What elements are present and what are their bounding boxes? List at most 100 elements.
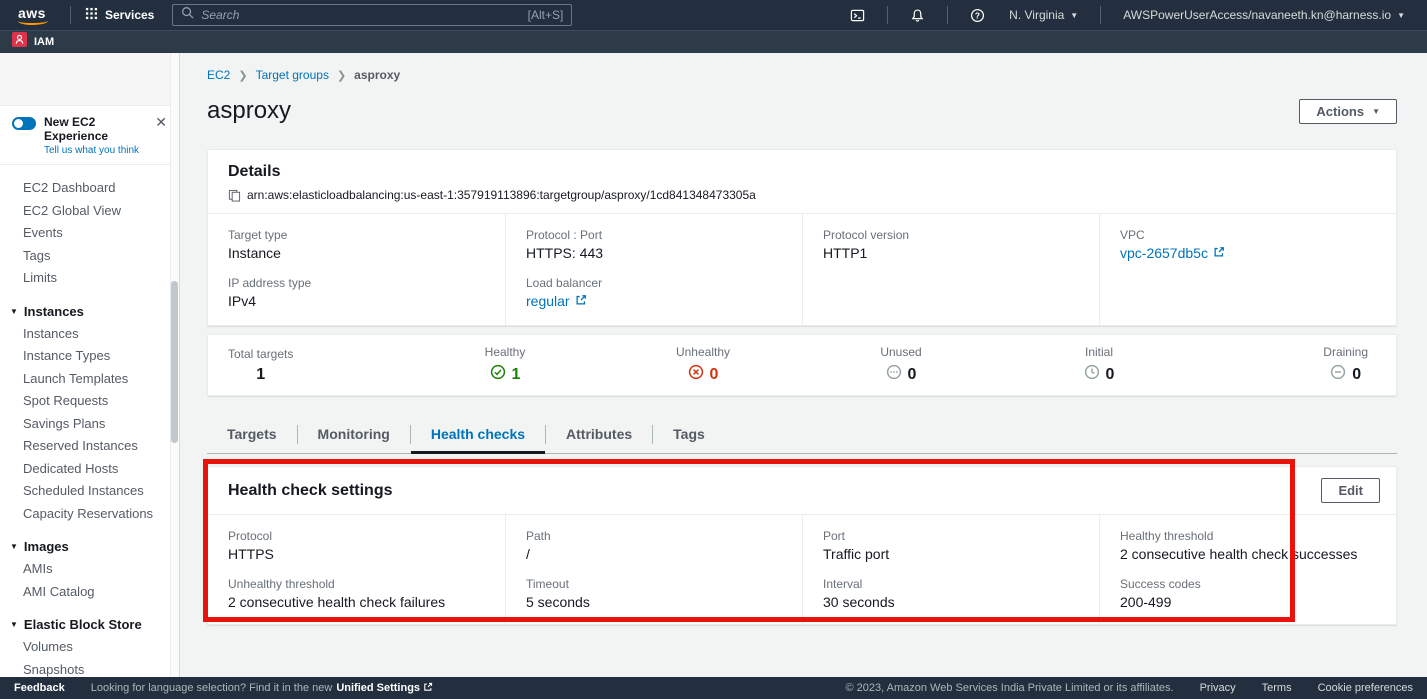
target-type-label: Target type: [228, 228, 485, 242]
sidebar-item-amis[interactable]: AMIs: [0, 558, 179, 581]
chevron-down-icon: ▼: [10, 542, 18, 551]
top-navigation-bar: aws Services [Alt+S] ? N. Virg: [0, 0, 1427, 30]
unified-settings-link[interactable]: Unified Settings: [336, 682, 433, 695]
total-targets-value: 1: [256, 366, 265, 384]
hc-interval-label: Interval: [823, 577, 1079, 591]
sidebar-nav: EC2 Dashboard EC2 Global View Events Tag…: [0, 165, 179, 677]
chevron-down-icon: ▼: [1070, 11, 1078, 20]
external-link-icon: [423, 682, 433, 695]
sidebar-item-dedicated-hosts[interactable]: Dedicated Hosts: [0, 458, 179, 481]
search-input[interactable]: [201, 8, 520, 22]
sidebar-item-savings-plans[interactable]: Savings Plans: [0, 413, 179, 436]
hc-path-value: /: [526, 546, 782, 562]
region-label: N. Virginia: [1009, 8, 1064, 22]
language-selection-note: Looking for language selection? Find it …: [91, 682, 433, 695]
cloudshell-button[interactable]: [838, 8, 877, 23]
favorites-bar: IAM: [0, 30, 1427, 53]
breadcrumb-current: asproxy: [354, 68, 400, 82]
aws-logo[interactable]: aws: [18, 5, 46, 21]
sidebar-item-ec2-global-view[interactable]: EC2 Global View: [0, 200, 179, 223]
sidebar-item-scheduled-instances[interactable]: Scheduled Instances: [0, 480, 179, 503]
feedback-link[interactable]: Feedback: [14, 682, 65, 694]
health-check-settings-title: Health check settings: [228, 482, 393, 500]
edit-button[interactable]: Edit: [1321, 478, 1380, 503]
hc-timeout-value: 5 seconds: [526, 594, 782, 610]
sidebar-item-volumes[interactable]: Volumes: [0, 636, 179, 659]
grid-icon: [85, 7, 98, 23]
sidebar-item-instances[interactable]: Instances: [0, 323, 179, 346]
external-link-icon: [1213, 245, 1225, 261]
tell-us-link[interactable]: Tell us what you think: [44, 145, 145, 156]
unhealthy-value: 0: [688, 364, 719, 385]
nav-divider: [947, 6, 948, 24]
chevron-down-icon: ▼: [1397, 11, 1405, 20]
hc-healthy-threshold-value: 2 consecutive health check successes: [1120, 546, 1376, 562]
sidebar-item-tags[interactable]: Tags: [0, 245, 179, 268]
tab-tags[interactable]: Tags: [653, 416, 725, 453]
global-search[interactable]: [Alt+S]: [172, 4, 572, 26]
sidebar-section-images[interactable]: ▼ Images: [0, 535, 179, 558]
sidebar-item-ec2-dashboard[interactable]: EC2 Dashboard: [0, 177, 179, 200]
unused-label: Unused: [880, 345, 921, 359]
account-menu[interactable]: AWSPowerUserAccess/navaneeth.kn@harness.…: [1111, 8, 1417, 22]
favorite-iam-link[interactable]: IAM: [34, 36, 54, 48]
details-title: Details: [228, 163, 1376, 181]
copy-icon[interactable]: [228, 189, 241, 202]
sidebar-item-snapshots[interactable]: Snapshots: [0, 659, 179, 678]
hc-port-value: Traffic port: [823, 546, 1079, 562]
detail-tabs: Targets Monitoring Health checks Attribu…: [207, 416, 1397, 454]
details-card: Details arn:aws:elasticloadbalancing:us-…: [207, 149, 1397, 326]
sidebar-item-spot-requests[interactable]: Spot Requests: [0, 390, 179, 413]
healthy-label: Healthy: [485, 345, 526, 359]
new-experience-toggle[interactable]: [12, 117, 36, 130]
account-label: AWSPowerUserAccess/navaneeth.kn@harness.…: [1123, 8, 1391, 22]
protocol-port-value: HTTPS: 443: [526, 245, 782, 261]
sidebar-item-instance-types[interactable]: Instance Types: [0, 345, 179, 368]
cookie-preferences-link[interactable]: Cookie preferences: [1318, 682, 1413, 694]
check-circle-icon: [490, 364, 506, 385]
region-selector[interactable]: N. Virginia ▼: [997, 8, 1090, 22]
terms-link[interactable]: Terms: [1262, 682, 1292, 694]
sidebar-item-events[interactable]: Events: [0, 222, 179, 245]
sidebar-item-capacity-reservations[interactable]: Capacity Reservations: [0, 503, 179, 526]
tab-targets[interactable]: Targets: [207, 416, 297, 453]
breadcrumb-target-groups[interactable]: Target groups: [256, 68, 329, 82]
protocol-version-value: HTTP1: [823, 245, 1079, 261]
sidebar-item-reserved-instances[interactable]: Reserved Instances: [0, 435, 179, 458]
sidebar-section-instances[interactable]: ▼ Instances: [0, 300, 179, 323]
sidebar-item-ami-catalog[interactable]: AMI Catalog: [0, 581, 179, 604]
sidebar-section-elastic-block-store[interactable]: ▼ Elastic Block Store: [0, 613, 179, 636]
new-experience-label: New EC2 Experience: [44, 115, 145, 143]
hc-unhealthy-threshold-value: 2 consecutive health check failures: [228, 594, 485, 610]
close-icon[interactable]: ✕: [153, 115, 169, 129]
notifications-bell-icon[interactable]: [898, 8, 937, 23]
protocol-port-label: Protocol : Port: [526, 228, 782, 242]
hc-success-codes-label: Success codes: [1120, 577, 1376, 591]
external-link-icon: [575, 293, 587, 309]
tab-health-checks[interactable]: Health checks: [411, 416, 545, 453]
privacy-link[interactable]: Privacy: [1200, 682, 1236, 694]
vpc-label: VPC: [1120, 228, 1376, 242]
load-balancer-label: Load balancer: [526, 276, 782, 290]
actions-button[interactable]: Actions ▼: [1299, 99, 1397, 124]
target-totals-card: Total targets 1 Healthy 1 Unhealthy 0 Un…: [207, 334, 1397, 396]
help-icon[interactable]: ?: [958, 8, 997, 23]
hc-unhealthy-threshold-label: Unhealthy threshold: [228, 577, 485, 591]
hc-healthy-threshold-label: Healthy threshold: [1120, 529, 1376, 543]
target-group-arn: arn:aws:elasticloadbalancing:us-east-1:3…: [247, 188, 756, 202]
sidebar-scrollbar-thumb[interactable]: [171, 281, 178, 443]
unused-value: 0: [886, 364, 917, 385]
vpc-link[interactable]: vpc-2657db5c: [1120, 245, 1225, 261]
tab-monitoring[interactable]: Monitoring: [298, 416, 410, 453]
x-circle-icon: [688, 364, 704, 385]
tab-attributes[interactable]: Attributes: [546, 416, 652, 453]
sidebar-spacer: [0, 53, 179, 105]
load-balancer-link[interactable]: regular: [526, 293, 587, 309]
sidebar-item-launch-templates[interactable]: Launch Templates: [0, 368, 179, 391]
hc-protocol-value: HTTPS: [228, 546, 485, 562]
protocol-version-label: Protocol version: [823, 228, 1079, 242]
new-experience-panel: New EC2 Experience Tell us what you thin…: [0, 105, 179, 165]
breadcrumb-ec2[interactable]: EC2: [207, 68, 230, 82]
sidebar-item-limits[interactable]: Limits: [0, 267, 179, 290]
services-menu-button[interactable]: Services: [81, 7, 158, 23]
